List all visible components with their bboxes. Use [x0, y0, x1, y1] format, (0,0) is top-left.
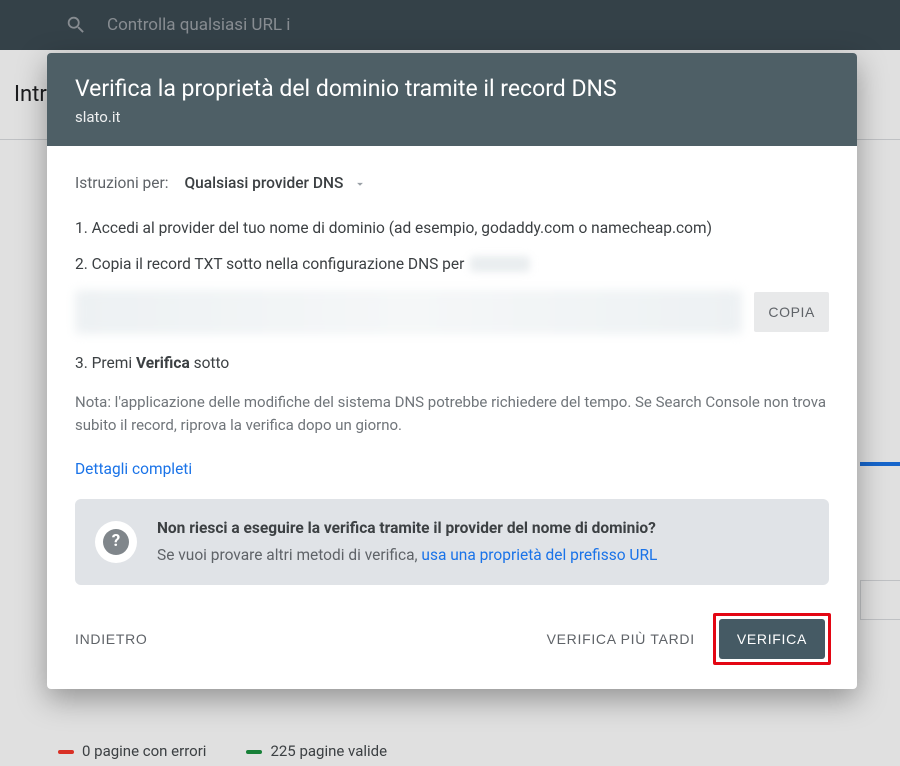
dialog-footer: INDIETRO VERIFICA PIÙ TARDI VERIFICA	[47, 591, 857, 689]
info-box: ? Non riesci a eseguire la verifica tram…	[75, 499, 829, 585]
copy-button[interactable]: COPIA	[754, 292, 829, 332]
url-prefix-link[interactable]: usa una proprietà del prefisso URL	[421, 546, 657, 564]
txt-record-row: COPIA	[75, 290, 829, 334]
dns-verify-dialog: Verifica la proprietà del dominio tramit…	[47, 53, 857, 689]
redacted-domain	[470, 256, 530, 272]
txt-record-value	[75, 290, 742, 334]
stat-errors: 0 pagine con errori	[58, 742, 206, 760]
step-3-prefix: 3. Premi	[75, 354, 136, 372]
dropdown-icon	[353, 177, 367, 191]
step-3-suffix: sotto	[190, 354, 230, 372]
valid-indicator-icon	[246, 750, 262, 754]
dialog-subtitle: slato.it	[75, 108, 829, 126]
verify-later-button[interactable]: VERIFICA PIÙ TARDI	[547, 631, 695, 647]
info-subtitle: Se vuoi provare altri metodi di verifica…	[157, 544, 809, 567]
stat-errors-text: 0 pagine con errori	[82, 742, 206, 760]
step-3-bold: Verifica	[136, 354, 190, 372]
step-2-text: 2. Copia il record TXT sotto nella confi…	[75, 255, 464, 273]
info-text: Non riesci a eseguire la verifica tramit…	[157, 517, 809, 567]
step-3: 3. Premi Verifica sotto	[75, 352, 829, 375]
dialog-title: Verifica la proprietà del dominio tramit…	[75, 75, 829, 102]
back-button[interactable]: INDIETRO	[75, 631, 148, 647]
step-2: 2. Copia il record TXT sotto nella confi…	[75, 253, 829, 276]
stat-valid: 225 pagine valide	[246, 742, 387, 760]
instructions-label: Istruzioni per:	[75, 172, 168, 195]
details-link[interactable]: Dettagli completi	[75, 458, 192, 481]
verify-highlight: VERIFICA	[713, 613, 831, 665]
error-indicator-icon	[58, 750, 74, 754]
dns-provider-select[interactable]: Qualsiasi provider DNS	[184, 172, 367, 195]
help-icon-wrapper: ?	[95, 521, 137, 563]
dialog-body: Istruzioni per: Qualsiasi provider DNS 1…	[47, 146, 857, 591]
verify-button[interactable]: VERIFICA	[719, 619, 825, 659]
stat-valid-text: 225 pagine valide	[270, 742, 387, 760]
step-1: 1. Accedi al provider del tuo nome di do…	[75, 217, 829, 240]
help-icon: ?	[103, 529, 129, 555]
dns-provider-selected: Qualsiasi provider DNS	[184, 172, 343, 195]
info-title: Non riesci a eseguire la verifica tramit…	[157, 517, 809, 540]
instructions-for-row: Istruzioni per: Qualsiasi provider DNS	[75, 172, 829, 195]
info-subtitle-prefix: Se vuoi provare altri metodi di verifica…	[157, 546, 421, 564]
coverage-stats: 0 pagine con errori 225 pagine valide	[58, 742, 387, 760]
note-text: Nota: l'applicazione delle modifiche del…	[75, 391, 829, 436]
dialog-header: Verifica la proprietà del dominio tramit…	[47, 53, 857, 146]
